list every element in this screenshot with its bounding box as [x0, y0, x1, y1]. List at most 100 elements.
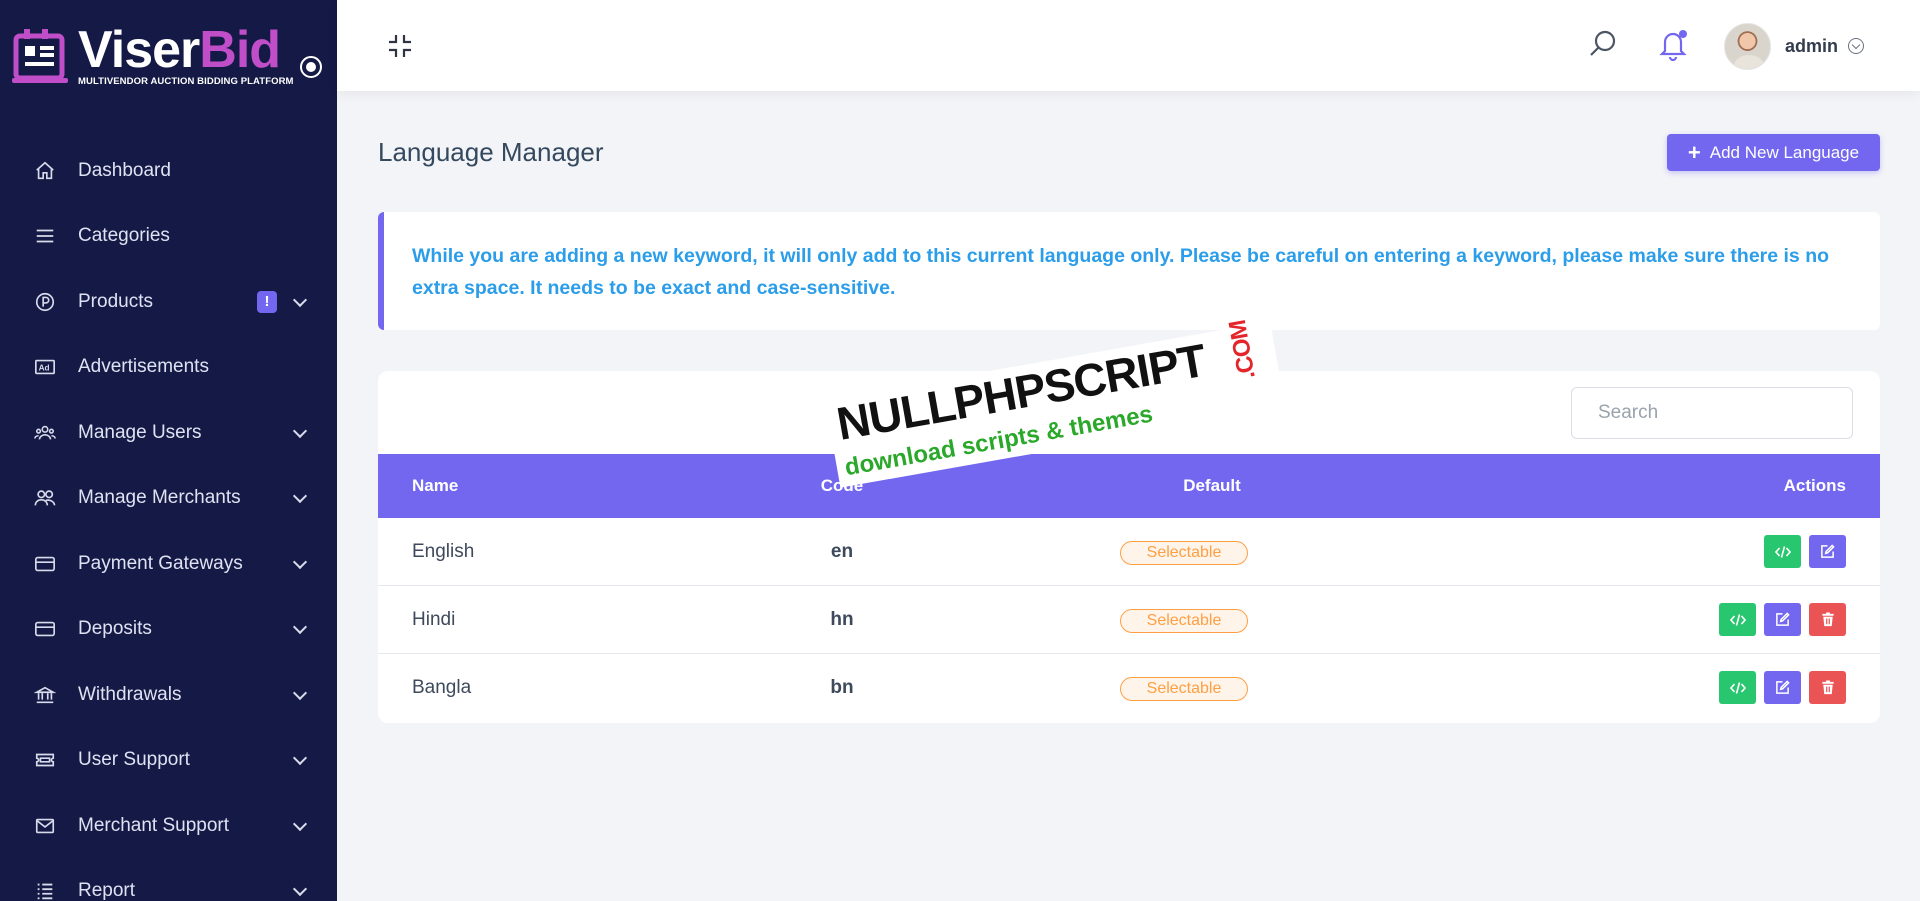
chevron-down-icon [292, 292, 308, 307]
p-circle-icon [34, 291, 56, 313]
chevron-down-icon [292, 882, 308, 897]
search-icon [1590, 30, 1616, 56]
code-icon [1729, 681, 1746, 694]
sidebar-item-report[interactable]: Report [0, 859, 337, 901]
code-icon [1729, 613, 1746, 626]
chevron-down-icon [292, 685, 308, 700]
fullscreen-exit-button[interactable] [387, 33, 413, 59]
sidebar-item-advertisements[interactable]: Ad Advertisements [0, 335, 337, 401]
sidebar-toggle-button[interactable] [300, 56, 322, 78]
chevron-down-icon [292, 816, 308, 831]
home-icon [34, 160, 56, 182]
credit-card-icon [34, 618, 56, 640]
trash-icon [1821, 612, 1834, 627]
table-row: Bangla bn Selectable [378, 654, 1880, 722]
chevron-down-icon [292, 554, 308, 569]
edit-keywords-button[interactable] [1764, 535, 1801, 568]
delete-language-button[interactable] [1809, 671, 1846, 704]
default-status-badge: Selectable [1120, 677, 1248, 701]
sidebar-item-label: Report [78, 880, 136, 901]
users-icon [34, 422, 56, 444]
edit-icon [1776, 612, 1790, 626]
sidebar-item-merchant-support[interactable]: Merchant Support [0, 793, 337, 859]
brand-logo[interactable]: ViserBid MULTIVENDOR AUCTION BIDDING PLA… [12, 22, 332, 92]
bank-icon [34, 684, 56, 706]
warning-badge: ! [257, 290, 277, 313]
delete-language-button[interactable] [1809, 603, 1846, 636]
edit-language-button[interactable] [1809, 535, 1846, 568]
language-code: hn [830, 609, 854, 630]
chevron-down-icon [292, 620, 308, 635]
sidebar-item-manage-users[interactable]: Manage Users [0, 400, 337, 466]
table-search-input[interactable] [1571, 387, 1853, 439]
header-search-button[interactable] [1587, 28, 1619, 60]
credit-card-icon [34, 553, 56, 575]
brand-tagline: MULTIVENDOR AUCTION BIDDING PLATFORM [78, 76, 294, 87]
edit-icon [1776, 680, 1790, 694]
sidebar-item-user-support[interactable]: User Support [0, 728, 337, 794]
sidebar-item-label: Dashboard [78, 159, 171, 181]
sidebar-item-deposits[interactable]: Deposits [0, 597, 337, 663]
info-alert: While you are adding a new keyword, it w… [378, 212, 1880, 330]
sidebar-item-label: Merchant Support [78, 814, 230, 836]
column-header-name: Name [412, 476, 459, 495]
table-row: Hindi hn Selectable [378, 586, 1880, 654]
language-name: Hindi [412, 609, 456, 630]
column-header-actions: Actions [1783, 476, 1846, 495]
language-name: Bangla [412, 677, 472, 698]
ticket-icon [34, 749, 56, 771]
page-title: Language Manager [378, 137, 604, 167]
menu-lines-icon [34, 225, 56, 247]
sidebar-item-payment-gateways[interactable]: Payment Gateways [0, 531, 337, 597]
code-icon [1774, 545, 1791, 558]
edit-language-button[interactable] [1764, 671, 1801, 704]
add-new-language-button[interactable]: + Add New Language [1667, 134, 1880, 171]
list-icon [34, 880, 56, 901]
sidebar-item-label: Products [78, 290, 153, 312]
sidebar-item-dashboard[interactable]: Dashboard [0, 138, 337, 204]
row-actions [1764, 535, 1846, 568]
sidebar-item-label: Categories [78, 225, 170, 247]
edit-keywords-button[interactable] [1719, 671, 1756, 704]
sidebar: ViserBid MULTIVENDOR AUCTION BIDDING PLA… [0, 0, 337, 901]
sidebar-item-label: Manage Users [78, 421, 202, 443]
sidebar-item-label: Manage Merchants [78, 487, 241, 509]
username: admin [1785, 35, 1839, 56]
alert-text: While you are adding a new keyword, it w… [412, 245, 1830, 299]
edit-language-button[interactable] [1764, 603, 1801, 636]
sidebar-item-label: User Support [78, 749, 190, 771]
notification-dot [1679, 30, 1687, 38]
merchants-icon [34, 487, 56, 509]
plus-icon: + [1687, 139, 1701, 165]
chevron-down-icon [292, 751, 308, 766]
sidebar-item-label: Deposits [78, 618, 152, 640]
avatar [1724, 22, 1771, 70]
notifications-button[interactable] [1657, 27, 1689, 62]
trash-icon [1821, 680, 1834, 695]
top-bar: admin [337, 0, 1920, 91]
sidebar-item-withdrawals[interactable]: Withdrawals [0, 662, 337, 728]
language-code: en [830, 541, 854, 562]
sidebar-item-label: Advertisements [78, 356, 209, 378]
table-header: Name Code Default Actions [378, 454, 1880, 518]
chevron-down-icon [292, 489, 308, 504]
language-code: bn [830, 677, 854, 698]
compress-icon [389, 35, 411, 57]
sidebar-nav: Dashboard Categories Products ! Ad Adver… [0, 138, 337, 901]
edit-keywords-button[interactable] [1719, 603, 1756, 636]
sidebar-item-manage-merchants[interactable]: Manage Merchants [0, 466, 337, 532]
sidebar-item-categories[interactable]: Categories [0, 204, 337, 270]
default-status-badge: Selectable [1120, 609, 1248, 633]
sidebar-item-products[interactable]: Products ! [0, 269, 337, 335]
brand-name: ViserBid [78, 21, 281, 79]
mail-icon [34, 815, 56, 837]
user-menu[interactable]: admin [1724, 22, 1865, 70]
chevron-down-icon [1848, 38, 1865, 54]
default-status-badge: Selectable [1120, 541, 1248, 565]
column-header-default: Default [1183, 476, 1241, 495]
sidebar-item-label: Withdrawals [78, 683, 182, 705]
chevron-down-icon [292, 423, 308, 438]
svg-text:Ad: Ad [39, 364, 50, 373]
language-name: English [412, 541, 475, 562]
add-button-label: Add New Language [1709, 142, 1860, 162]
